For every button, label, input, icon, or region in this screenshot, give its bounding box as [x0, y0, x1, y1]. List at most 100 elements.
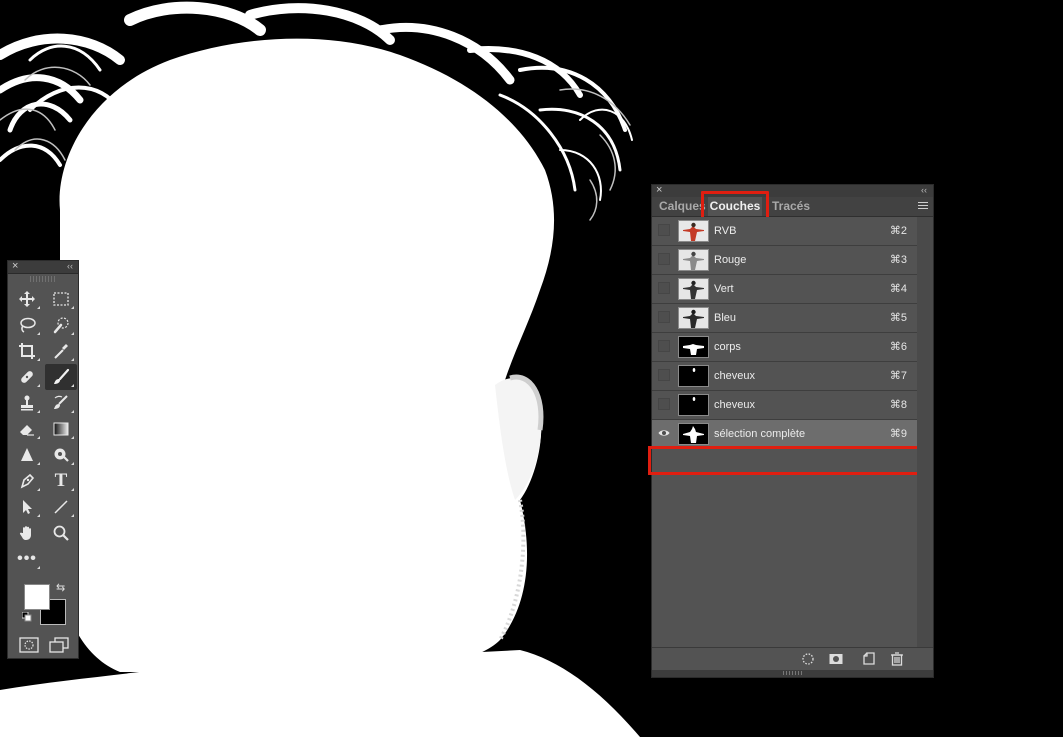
- channel-row-rvb[interactable]: RVB ⌘2: [652, 217, 917, 246]
- close-icon[interactable]: ×: [12, 260, 18, 273]
- quick-mask-icon[interactable]: [19, 637, 39, 653]
- bottom-tools: [8, 633, 80, 657]
- eyedropper-tool[interactable]: [45, 338, 77, 364]
- arrow-icon: [23, 500, 32, 514]
- eraser-icon: [20, 425, 34, 436]
- type-tool[interactable]: T: [45, 468, 77, 494]
- move-icon: [19, 291, 35, 307]
- rectangle-marquee-icon: [53, 292, 69, 306]
- channel-thumbnail: [678, 307, 709, 329]
- path-selection-tool[interactable]: [11, 494, 43, 520]
- visibility-toggle[interactable]: [658, 398, 670, 410]
- channel-name: sélection complète: [714, 428, 806, 440]
- channel-name: RVB: [714, 225, 737, 237]
- visibility-toggle[interactable]: [658, 369, 670, 381]
- channel-name: cheveux: [714, 399, 755, 411]
- visibility-toggle[interactable]: [658, 311, 670, 323]
- crop-tool[interactable]: [11, 338, 43, 364]
- channel-row-bleu[interactable]: Bleu ⌘5: [652, 304, 917, 333]
- default-colors-icon[interactable]: [22, 612, 32, 622]
- channel-thumbnail: [678, 423, 709, 445]
- zoom-tool[interactable]: [45, 520, 77, 546]
- load-selection-icon[interactable]: [800, 651, 816, 667]
- blur-icon: [21, 448, 33, 461]
- visibility-toggle[interactable]: [658, 427, 670, 439]
- gradient-tool[interactable]: [45, 416, 77, 442]
- collapse-icon[interactable]: ‹‹: [67, 260, 73, 273]
- channel-thumbnail: [678, 249, 709, 271]
- crop-icon: [19, 343, 35, 359]
- panel-menu-icon[interactable]: [918, 202, 928, 210]
- more-tools-button[interactable]: •••: [11, 546, 43, 572]
- channel-list: RVB ⌘2 Rouge ⌘3 Vert ⌘4 Bleu ⌘5 corps ⌘6…: [648, 217, 920, 475]
- hand-tool[interactable]: [11, 520, 43, 546]
- eraser-tool[interactable]: [11, 416, 43, 442]
- channel-thumbnail: [678, 394, 709, 416]
- channel-row-rouge[interactable]: Rouge ⌘3: [652, 246, 917, 275]
- channel-shortcut: ⌘5: [889, 312, 907, 324]
- drag-grip[interactable]: [30, 276, 56, 282]
- channel-row-cheveux-2[interactable]: cheveux ⌘8: [652, 391, 917, 420]
- channel-name: Bleu: [714, 312, 737, 324]
- channel-shortcut: ⌘8: [889, 399, 907, 411]
- panel-header[interactable]: × ‹‹: [652, 184, 933, 197]
- quick-selection-tool[interactable]: [45, 312, 77, 338]
- tab-traces[interactable]: Tracés: [766, 197, 816, 216]
- eye-icon: [658, 430, 670, 436]
- pen-icon: [20, 473, 35, 489]
- hand-icon: [19, 526, 31, 540]
- channels-panel: × ‹‹ Calques Couches Tracés RVB ⌘2 Rouge…: [648, 184, 934, 678]
- visibility-toggle[interactable]: [658, 253, 670, 265]
- channel-name: Rouge: [714, 254, 747, 266]
- panel-footer: [652, 647, 933, 670]
- channel-shortcut: ⌘7: [889, 370, 907, 382]
- channel-thumbnail: [678, 278, 709, 300]
- channel-name: corps: [714, 341, 741, 353]
- tab-highlight-annotation: [701, 191, 769, 220]
- channel-shortcut: ⌘3: [889, 254, 907, 266]
- swap-colors-icon[interactable]: ⇆: [56, 581, 65, 594]
- brush-tool[interactable]: [45, 364, 77, 390]
- resize-grip[interactable]: [652, 670, 933, 677]
- channel-row-vert[interactable]: Vert ⌘4: [652, 275, 917, 304]
- line-tool[interactable]: [45, 494, 77, 520]
- channel-thumbnail: [678, 220, 709, 242]
- zoom-icon: [53, 525, 69, 541]
- save-selection-icon[interactable]: [828, 651, 844, 667]
- blur-tool[interactable]: [11, 442, 43, 468]
- gradient-icon: [53, 422, 69, 436]
- history-brush-icon: [54, 395, 68, 409]
- stamp-icon: [21, 395, 33, 411]
- channel-row-corps[interactable]: corps ⌘6: [652, 333, 917, 362]
- healing-brush-tool[interactable]: [11, 364, 43, 390]
- history-brush-tool[interactable]: [45, 390, 77, 416]
- channel-shortcut: ⌘6: [889, 341, 907, 353]
- channel-thumbnail: [678, 336, 709, 358]
- screen-mode-icon[interactable]: [49, 637, 69, 653]
- lasso-icon: [20, 317, 36, 333]
- new-channel-icon[interactable]: [861, 651, 877, 667]
- trash-icon[interactable]: [889, 651, 905, 667]
- close-icon[interactable]: ×: [656, 184, 662, 197]
- channel-row-selection-complete[interactable]: sélection complète ⌘9: [652, 420, 917, 449]
- dodge-tool[interactable]: [45, 442, 77, 468]
- tools-panel-header[interactable]: × ‹‹: [8, 260, 78, 274]
- scrollbar[interactable]: [917, 217, 933, 647]
- tools-panel: × ‹‹ T ••• ⇆: [7, 260, 79, 659]
- visibility-toggle[interactable]: [658, 282, 670, 294]
- clone-stamp-tool[interactable]: [11, 390, 43, 416]
- pen-tool[interactable]: [11, 468, 43, 494]
- color-swatches: ⇆: [8, 579, 80, 629]
- visibility-toggle[interactable]: [658, 224, 670, 236]
- quick-selection-icon: [53, 317, 69, 334]
- marquee-tool[interactable]: [45, 286, 77, 312]
- visibility-toggle[interactable]: [658, 340, 670, 352]
- ellipsis-icon: •••: [17, 550, 37, 567]
- bandage-icon: [21, 371, 33, 383]
- channel-row-cheveux[interactable]: cheveux ⌘7: [652, 362, 917, 391]
- lasso-tool[interactable]: [11, 312, 43, 338]
- channel-name: Vert: [714, 283, 734, 295]
- foreground-color-swatch[interactable]: [24, 584, 50, 610]
- move-tool[interactable]: [11, 286, 43, 312]
- collapse-icon[interactable]: ‹‹: [921, 184, 927, 197]
